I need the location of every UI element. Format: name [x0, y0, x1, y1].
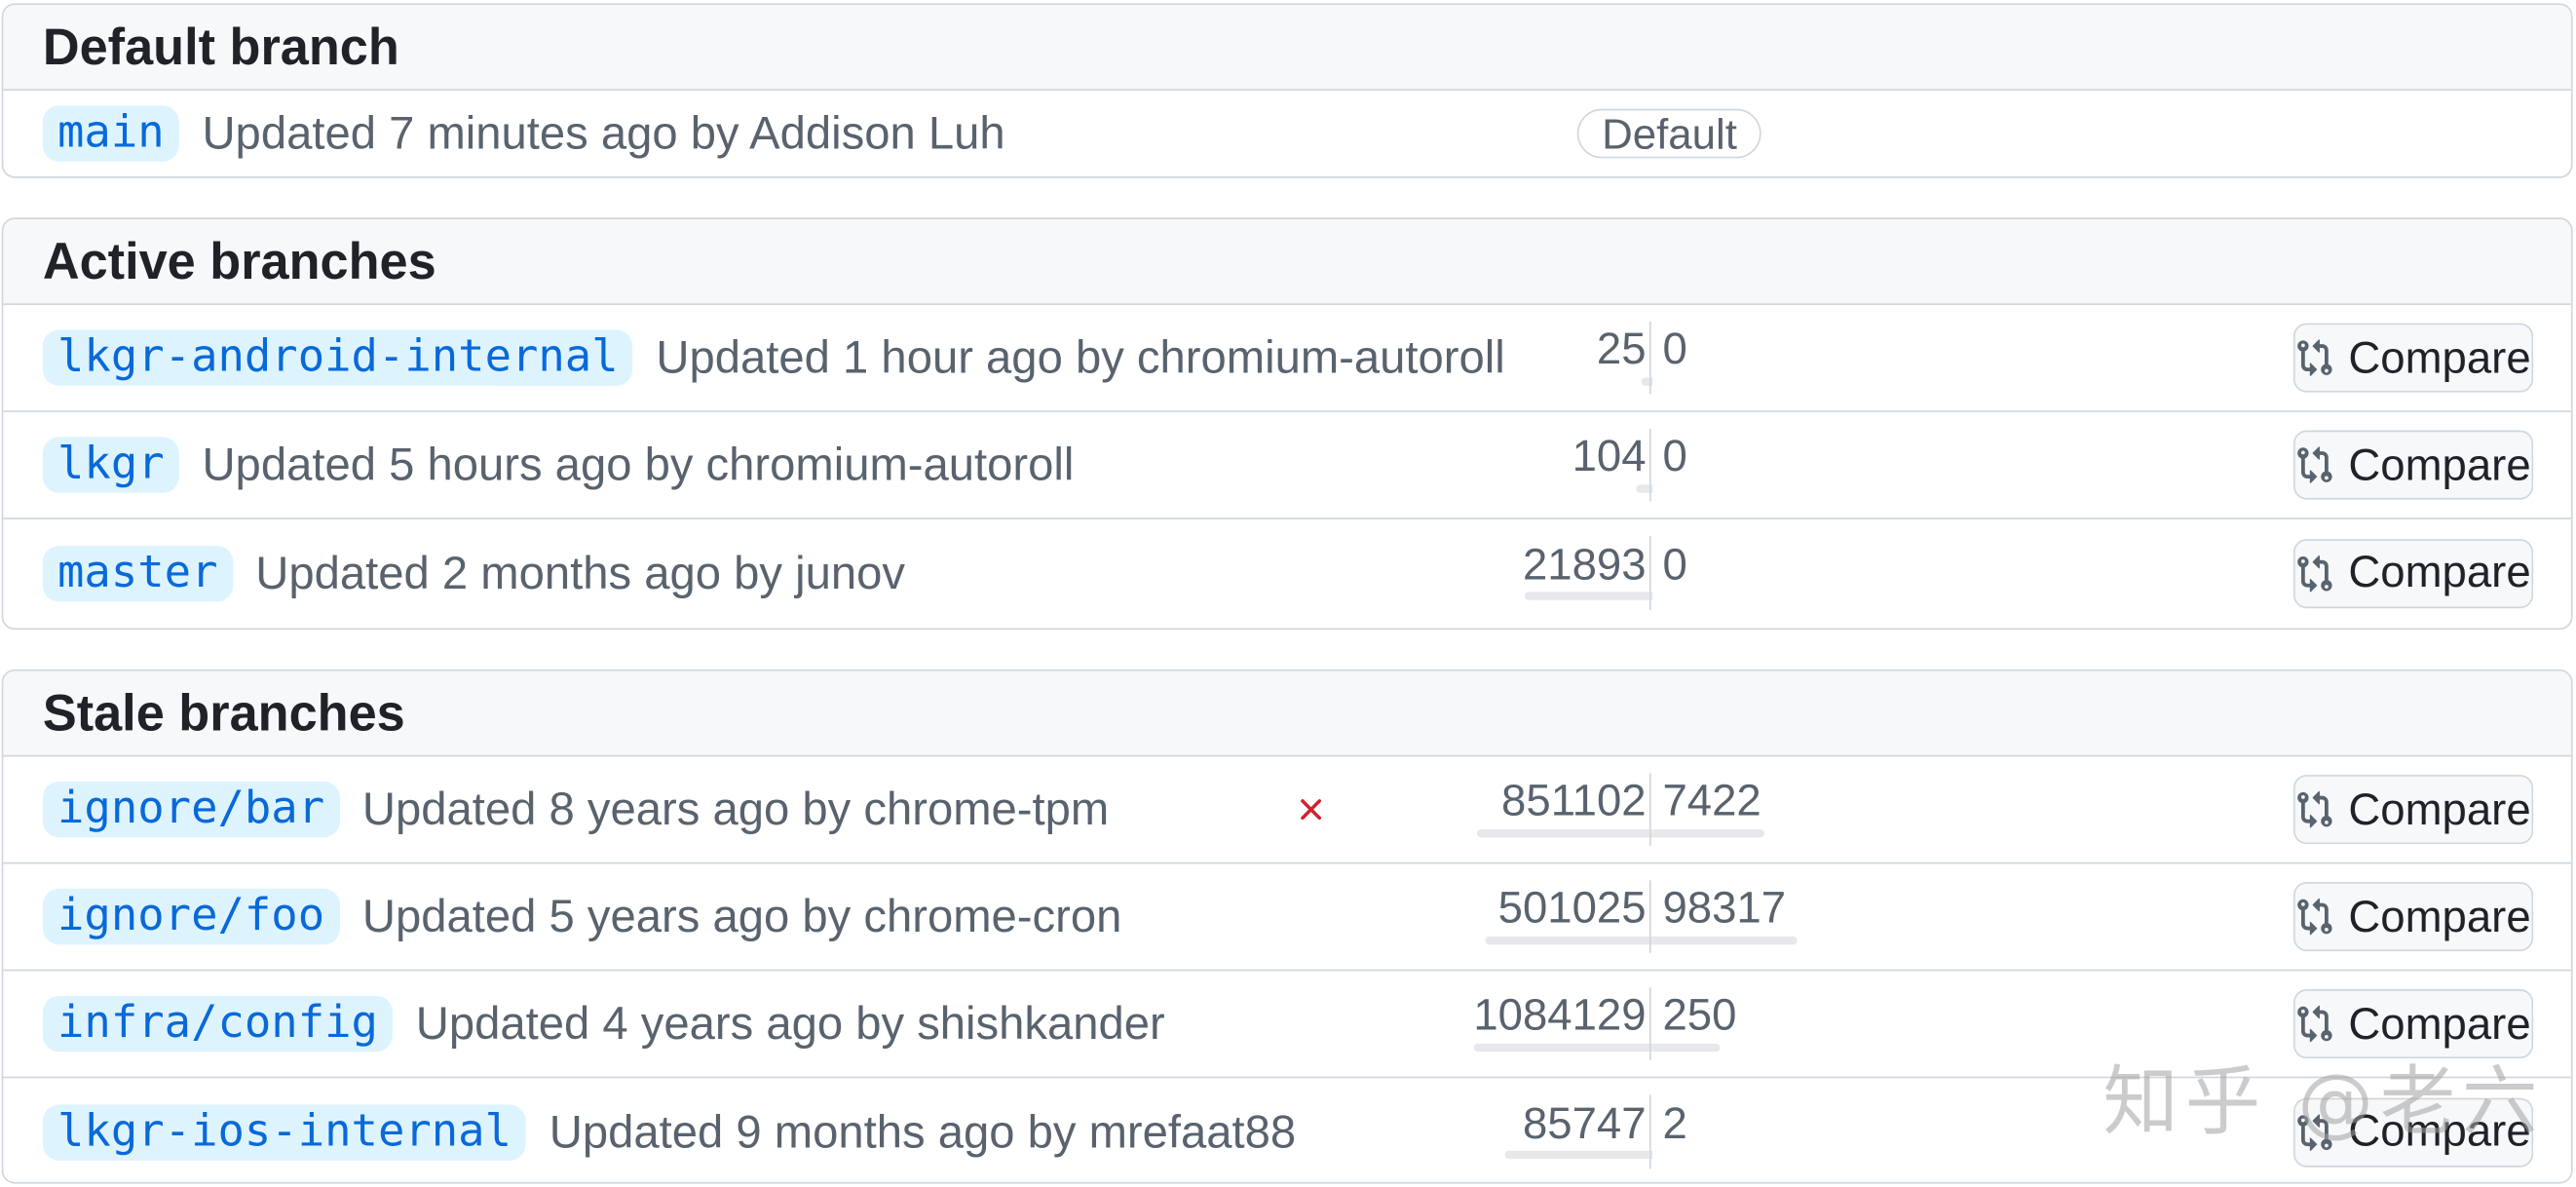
branch-name-link[interactable]: ignore/bar	[42, 781, 340, 838]
default-branch-box: Default branch main Updated 7 minutes ag…	[1, 3, 2573, 178]
branch-description: Updated 5 hours ago by chromium-autoroll	[202, 438, 1075, 490]
git-compare-icon	[2295, 789, 2348, 829]
compare-label: Compare	[2348, 439, 2531, 489]
behind-count: 501025	[1497, 882, 1647, 933]
behind-count: 21893	[1522, 539, 1647, 589]
branch-name-link[interactable]: main	[42, 105, 179, 162]
behind-bar	[1524, 592, 1653, 601]
ahead-behind-indicator: 21893 0	[1367, 519, 2155, 627]
compare-label: Compare	[2348, 547, 2531, 597]
page-wrapper: Default branch main Updated 7 minutes ag…	[0, 0, 2576, 1187]
ahead-count: 2	[1662, 1097, 1687, 1148]
compare-button[interactable]: Compare	[2292, 430, 2534, 500]
x-icon[interactable]	[1293, 791, 1329, 827]
section-title: Active branches	[42, 231, 436, 289]
ahead-count: 0	[1662, 431, 1687, 481]
ahead-behind-divider	[1648, 880, 1651, 953]
branch-description: Updated 4 years ago by shishkander	[415, 997, 1165, 1049]
behind-count: 851102	[1501, 775, 1647, 825]
branch-description: Updated 9 months ago by mrefaat88	[549, 1105, 1297, 1157]
branch-row: ignore/bar Updated 8 years ago by chrome-…	[3, 756, 2571, 864]
branch-name-link[interactable]: master	[42, 545, 233, 601]
active-branches-header: Active branches	[3, 218, 2571, 305]
ahead-count: 250	[1662, 989, 1737, 1040]
behind-bar	[1476, 828, 1653, 837]
watermark-text: 知乎 @老六	[2102, 1056, 2545, 1146]
behind-count: 104	[1572, 431, 1647, 481]
compare-button[interactable]: Compare	[2292, 882, 2534, 952]
compare-label: Compare	[2348, 891, 2531, 941]
branch-name-link[interactable]: lkgr	[42, 437, 179, 493]
compare-button[interactable]: Compare	[2292, 538, 2534, 608]
active-branches-box: Active branches lkgr-android-internal Upd…	[1, 217, 2573, 631]
branch-row: ignore/foo Updated 5 years ago by chrome-…	[3, 863, 2571, 972]
ahead-behind-indicator: 25 0	[1367, 305, 2155, 410]
ahead-behind-divider	[1648, 321, 1651, 395]
ahead-behind-divider	[1648, 428, 1651, 502]
ahead-behind-indicator: 1084129 250	[1367, 971, 2155, 1076]
behind-count: 1084129	[1473, 989, 1647, 1040]
default-label: Default	[1576, 108, 1762, 159]
compare-button[interactable]: Compare	[2292, 323, 2534, 393]
branch-description: Updated 2 months ago by junov	[255, 546, 906, 598]
ahead-behind-indicator: 851102 7422	[1367, 756, 2155, 862]
stale-branches-header: Stale branches	[3, 670, 2571, 757]
ahead-behind-indicator: 85747 2	[1367, 1078, 2155, 1182]
ahead-bar	[1652, 1043, 1721, 1052]
ahead-behind-divider	[1648, 1094, 1651, 1169]
branch-name-link[interactable]: lkgr-android-internal	[42, 329, 633, 386]
git-compare-icon	[2295, 445, 2348, 485]
default-branch-header: Default branch	[3, 5, 2571, 92]
ahead-count: 0	[1662, 324, 1687, 374]
branch-name-link[interactable]: infra/config	[42, 995, 394, 1053]
branch-description: Updated 8 years ago by chrome-tpm	[361, 783, 1110, 834]
branch-name-link[interactable]: ignore/foo	[42, 888, 340, 945]
ahead-bar	[1652, 936, 1798, 944]
section-title: Stale branches	[42, 683, 405, 742]
ahead-count: 98317	[1662, 882, 1787, 933]
compare-button[interactable]: Compare	[2292, 775, 2534, 845]
compare-label: Compare	[2348, 331, 2531, 382]
branch-description: Updated 7 minutes ago by Addison Luh	[202, 106, 1005, 159]
branch-row: lkgr-android-internal Updated 1 hour ago …	[3, 305, 2571, 412]
git-compare-icon	[2295, 1004, 2348, 1044]
ahead-count: 0	[1662, 539, 1687, 589]
ahead-count: 7422	[1662, 775, 1762, 825]
behind-bar	[1504, 1151, 1653, 1160]
behind-bar	[1485, 936, 1653, 944]
branch-description: Updated 5 years ago by chrome-cron	[361, 890, 1122, 941]
compare-label: Compare	[2348, 784, 2531, 834]
ahead-bar	[1652, 828, 1765, 837]
section-title: Default branch	[42, 17, 399, 75]
git-compare-icon	[2295, 338, 2348, 378]
ahead-behind-indicator: 104 0	[1367, 412, 2155, 517]
ahead-behind-divider	[1648, 535, 1651, 610]
behind-bar	[1473, 1043, 1653, 1052]
behind-count: 25	[1596, 324, 1647, 374]
branch-row: lkgr Updated 5 hours ago by chromium-auto…	[3, 412, 2571, 519]
git-compare-icon	[2295, 897, 2348, 937]
ahead-behind-divider	[1648, 773, 1651, 846]
behind-count: 85747	[1522, 1097, 1647, 1148]
branch-row: master Updated 2 months ago by junov 21893…	[3, 519, 2571, 627]
ahead-behind-indicator: 501025 98317	[1367, 863, 2155, 969]
ahead-behind-divider	[1648, 987, 1651, 1060]
branch-row-main: main Updated 7 minutes ago by Addison Lu…	[3, 91, 2571, 176]
branch-name-link[interactable]: lkgr-ios-internal	[42, 1103, 527, 1161]
git-compare-icon	[2295, 554, 2348, 594]
